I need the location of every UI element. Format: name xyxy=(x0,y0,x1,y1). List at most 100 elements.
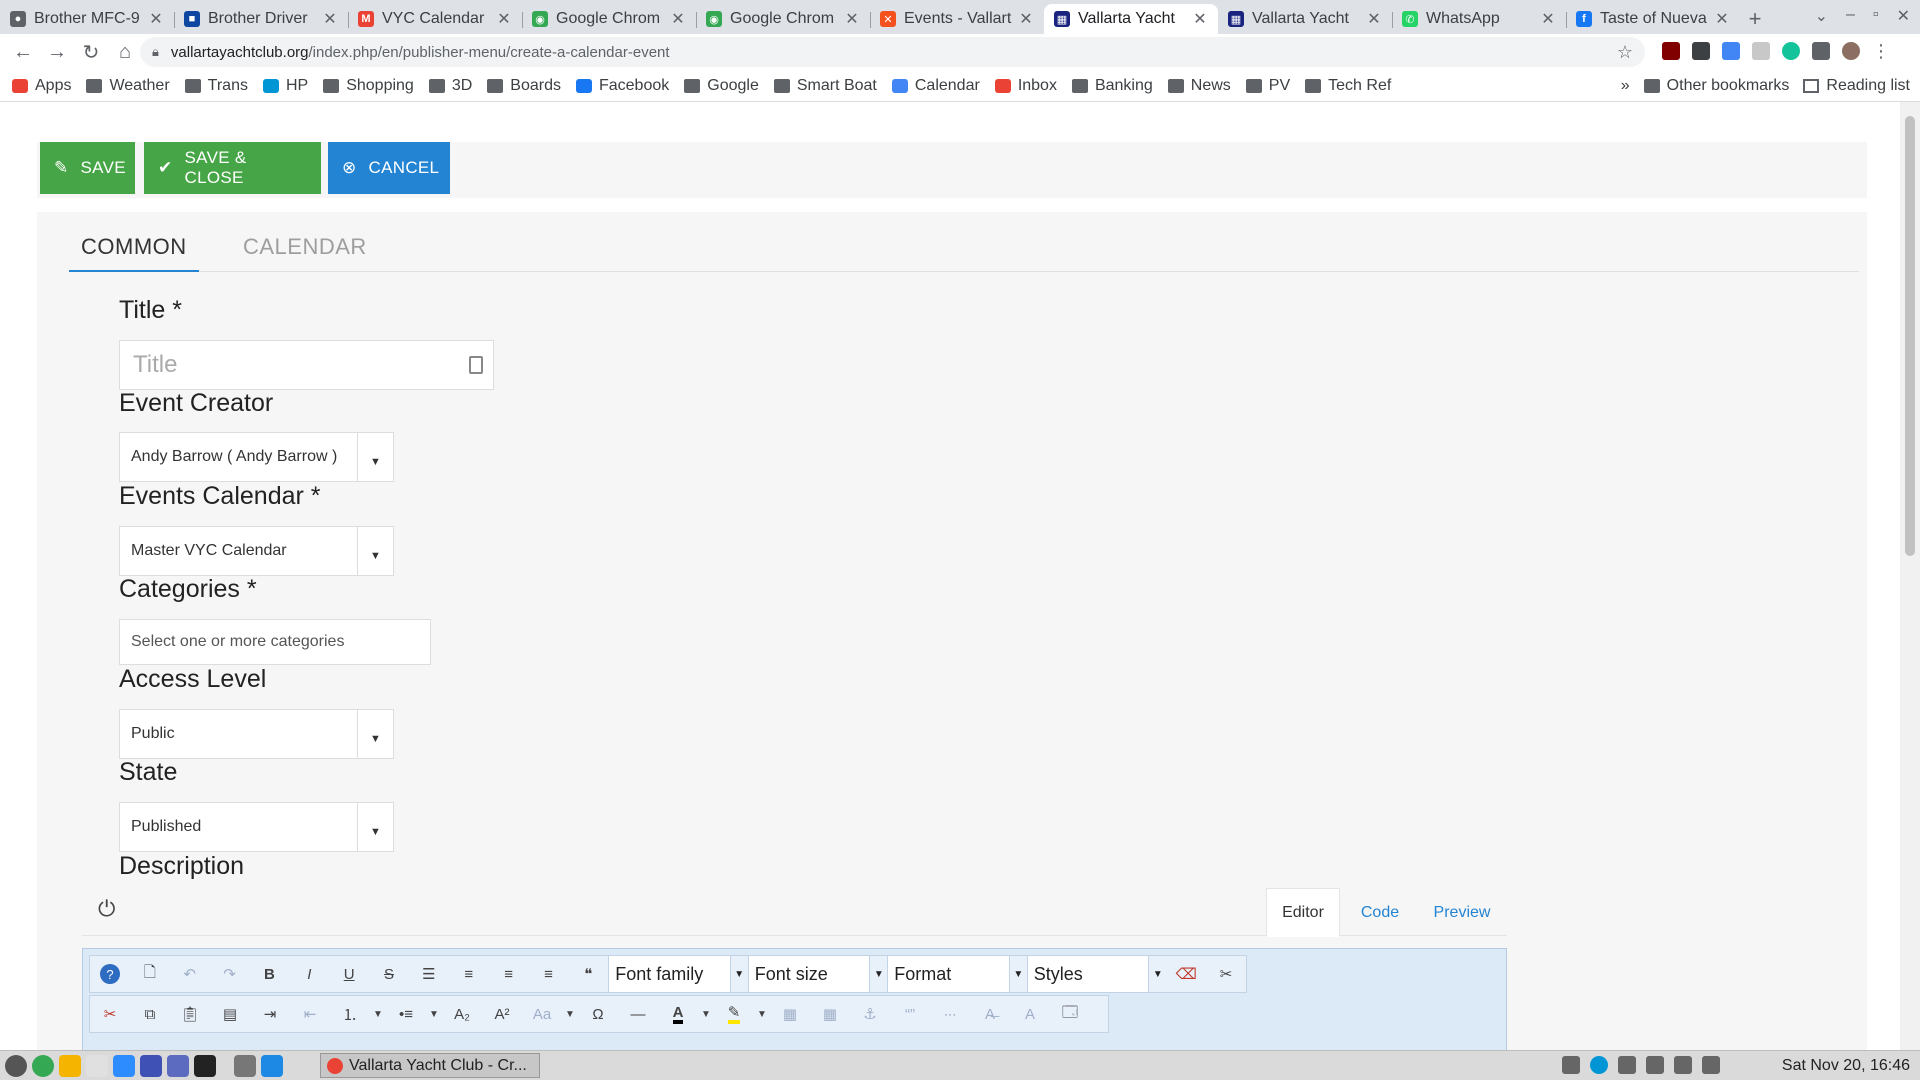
bookmark-item[interactable]: PV xyxy=(1245,77,1290,95)
delete-row-icon[interactable]: ▦ xyxy=(810,996,850,1032)
styles-select[interactable]: Styles ▼ xyxy=(1026,956,1167,992)
tab-close-icon[interactable]: ✕ xyxy=(1714,9,1730,29)
align-center-icon[interactable]: ≡ xyxy=(449,956,489,992)
tab-editor[interactable]: Editor xyxy=(1266,888,1340,937)
format-select[interactable]: Format ▼ xyxy=(887,956,1027,992)
display-launcher-icon[interactable] xyxy=(140,1054,162,1077)
bookmark-item[interactable]: News xyxy=(1167,77,1231,95)
caret-down-icon[interactable]: ▼ xyxy=(426,996,442,1032)
tab-calendar[interactable]: CALENDAR xyxy=(231,234,379,270)
notes-launcher-icon[interactable] xyxy=(59,1054,81,1077)
caret-down-icon[interactable]: ▼ xyxy=(698,996,714,1032)
help-icon[interactable]: ? xyxy=(100,964,120,984)
home-icon[interactable]: ⌂ xyxy=(108,35,142,69)
bookmark-item[interactable]: HP xyxy=(262,77,308,95)
terminal-launcher-icon[interactable] xyxy=(194,1054,216,1077)
zoom-launcher-icon[interactable] xyxy=(113,1054,135,1077)
special-char-icon[interactable]: Ω xyxy=(578,996,618,1032)
bookmark-item[interactable]: Apps xyxy=(12,77,71,95)
align-left-icon[interactable]: ≡ xyxy=(489,956,529,992)
numbered-list-icon[interactable]: ⒈ xyxy=(330,996,370,1032)
font-size-select[interactable]: Font size ▼ xyxy=(747,956,888,992)
browser-tab[interactable]: ▦ Vallarta Yacht ✕ xyxy=(1218,4,1392,34)
outdent-icon[interactable]: ⇤ xyxy=(290,996,330,1032)
page-scrollbar[interactable] xyxy=(1900,102,1920,1050)
bulleted-list-icon[interactable]: •≡ xyxy=(386,996,426,1032)
browser-tab[interactable]: ✕ Events - Vallart ✕ xyxy=(870,4,1044,34)
reader-extension-icon[interactable] xyxy=(1752,42,1770,60)
bookmark-item[interactable]: Smart Boat xyxy=(773,77,877,95)
access-level-select[interactable]: Public ▼ xyxy=(119,709,394,759)
browser-tab[interactable]: ◉ Google Chrom ✕ xyxy=(696,4,870,34)
hp-tray-icon[interactable] xyxy=(1590,1056,1608,1074)
insert-row-icon[interactable]: ▦ xyxy=(770,996,810,1032)
tab-close-icon[interactable]: ✕ xyxy=(1366,9,1382,29)
tab-close-icon[interactable]: ✕ xyxy=(322,9,338,29)
start-menu-icon[interactable] xyxy=(5,1054,27,1077)
back-icon[interactable]: ← xyxy=(6,35,40,69)
grammarly-extension-icon[interactable] xyxy=(1782,42,1800,60)
blockquote-icon[interactable]: ❝ xyxy=(568,956,608,992)
browser-tab[interactable]: M VYC Calendar ✕ xyxy=(348,4,522,34)
signal-tray-icon[interactable] xyxy=(1674,1056,1692,1074)
underline-icon[interactable]: U xyxy=(329,956,369,992)
bookmark-item[interactable]: Google xyxy=(684,77,759,95)
indent-icon[interactable]: ⇥ xyxy=(250,996,290,1032)
categories-select[interactable]: Select one or more categories xyxy=(119,619,431,665)
paste-icon[interactable]: 📋︎ xyxy=(170,996,210,1032)
tab-preview[interactable]: Preview xyxy=(1422,888,1502,937)
italic-icon[interactable]: I xyxy=(289,956,329,992)
files-launcher-icon[interactable] xyxy=(86,1054,108,1077)
undo-icon[interactable]: ↶ xyxy=(170,956,210,992)
network-tray-icon[interactable] xyxy=(1562,1056,1580,1074)
taskbar-window-chrome[interactable]: Vallarta Yacht Club - Cr... xyxy=(320,1053,540,1078)
power-toggle-icon[interactable]: ⏻ xyxy=(98,896,115,922)
text-color-icon[interactable]: A xyxy=(658,996,698,1032)
bookmark-item[interactable]: Weather xyxy=(86,77,170,95)
bookmark-item[interactable]: Trans xyxy=(184,77,248,95)
cut-icon[interactable]: ✂ xyxy=(90,996,130,1032)
bookmark-item[interactable]: 3D xyxy=(428,77,472,95)
volume-tray-icon[interactable] xyxy=(1702,1056,1720,1074)
save-button[interactable]: ✎ SAVE xyxy=(40,142,135,194)
bookmark-item[interactable]: Facebook xyxy=(575,77,669,95)
vscode-launcher-icon[interactable] xyxy=(261,1054,283,1077)
minimize-icon[interactable]: – xyxy=(1846,6,1855,26)
tab-search-icon[interactable]: ⌄ xyxy=(1815,6,1828,26)
ublock-extension-icon[interactable] xyxy=(1662,42,1680,60)
browser-tab[interactable]: ● Brother MFC-9 ✕ xyxy=(0,4,174,34)
template-icon[interactable]: 🗔 xyxy=(1050,996,1090,1032)
maximize-icon[interactable]: ▫ xyxy=(1873,6,1879,26)
scrollbar-thumb[interactable] xyxy=(1905,116,1915,556)
browser-tab[interactable]: ✆ WhatsApp ✕ xyxy=(1392,4,1566,34)
caret-down-icon[interactable]: ▼ xyxy=(754,996,770,1032)
horizontal-rule-icon[interactable]: — xyxy=(618,996,658,1032)
font-family-select[interactable]: Font family ▼ xyxy=(608,956,748,992)
bookmark-item[interactable]: Tech Ref xyxy=(1305,77,1391,95)
bookmark-item[interactable]: Shopping xyxy=(323,77,414,95)
bookmark-item[interactable]: Inbox xyxy=(994,77,1057,95)
forward-icon[interactable]: → xyxy=(40,35,74,69)
anchor-icon[interactable]: ⚓ xyxy=(850,996,890,1032)
profile-avatar-icon[interactable] xyxy=(1842,42,1860,60)
browser-tab[interactable]: f Taste of Nueva ✕ xyxy=(1566,4,1740,34)
folder-launcher-icon[interactable] xyxy=(167,1054,189,1077)
new-document-icon[interactable]: 🗋 xyxy=(130,956,170,992)
screenshot-launcher-icon[interactable] xyxy=(234,1054,256,1077)
tab-close-icon[interactable]: ✕ xyxy=(1540,9,1556,29)
bookmark-star-icon[interactable]: ☆ xyxy=(1617,42,1633,63)
keyboard-extension-icon[interactable] xyxy=(1692,42,1710,60)
align-right-icon[interactable]: ≡ xyxy=(529,956,569,992)
new-tab-button[interactable]: + xyxy=(1740,4,1770,34)
quote-icon[interactable]: “” xyxy=(890,996,930,1032)
caret-down-icon[interactable]: ▼ xyxy=(562,996,578,1032)
tab-common[interactable]: COMMON xyxy=(69,234,199,272)
highlight-icon[interactable]: ✎ xyxy=(714,996,754,1032)
paste-text-icon[interactable]: ▤ xyxy=(210,996,250,1032)
state-select[interactable]: Published ▼ xyxy=(119,802,394,852)
reading-list-button[interactable]: Reading list xyxy=(1803,77,1910,95)
more-menu-icon[interactable]: ⋮ xyxy=(1872,42,1890,60)
eraser-icon[interactable]: ⌫ xyxy=(1166,956,1206,992)
tab-close-icon[interactable]: ✕ xyxy=(1018,9,1034,29)
tab-close-icon[interactable]: ✕ xyxy=(496,9,512,29)
